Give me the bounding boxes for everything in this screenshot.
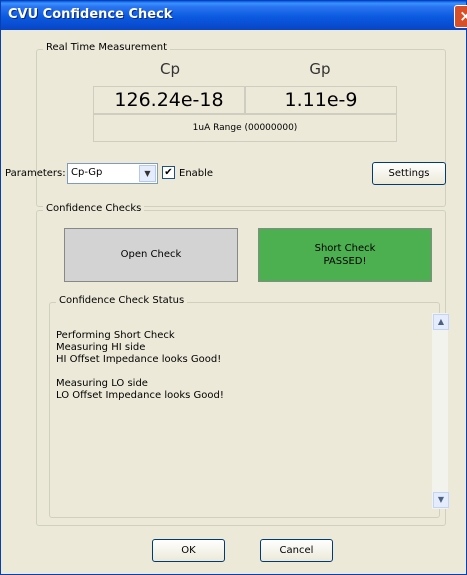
confidence-group-label: Confidence Checks — [43, 203, 145, 214]
parameters-label: Parameters: — [5, 168, 66, 179]
enable-checkbox[interactable]: ✔ — [162, 166, 175, 179]
status-line: Measuring HI side — [56, 342, 146, 353]
gp-header: Gp — [309, 60, 331, 78]
checkmark-icon: ✔ — [164, 167, 173, 178]
short-check-label: Short Check — [314, 243, 376, 254]
parameters-selected-value: Cp-Gp — [71, 167, 103, 178]
status-line: Measuring LO side — [56, 378, 148, 389]
cp-value: 126.24e-18 — [93, 86, 245, 114]
scroll-up-icon[interactable]: ▲ — [433, 314, 449, 330]
window-title: CVU Confidence Check — [8, 7, 173, 22]
cp-header: Cp — [160, 60, 180, 78]
status-scrollbar[interactable]: ▲ ▼ — [432, 313, 449, 509]
close-icon[interactable]: × — [454, 5, 467, 28]
short-check-result: PASSED! — [323, 256, 367, 267]
enable-label: Enable — [179, 168, 214, 179]
status-line: Performing Short Check — [56, 330, 175, 341]
parameters-select[interactable]: Cp-Gp ▼ — [67, 163, 158, 184]
confidence-group: Confidence Checks Open Check Short Check… — [36, 203, 449, 526]
chevron-down-icon[interactable]: ▼ — [139, 165, 156, 182]
title-bar[interactable]: CVU Confidence Check × — [1, 1, 467, 30]
status-group: Confidence Check Status Performing Short… — [49, 295, 449, 518]
settings-button[interactable]: Settings — [372, 162, 446, 185]
dialog-window: CVU Confidence Check × Real Time Measure… — [0, 0, 467, 575]
status-log: Performing Short Check Measuring HI side… — [56, 330, 416, 402]
realtime-group-label: Real Time Measurement — [43, 42, 171, 53]
cancel-button[interactable]: Cancel — [260, 539, 333, 562]
open-check-button[interactable]: Open Check — [64, 228, 238, 282]
dialog-client-area: Real Time Measurement Cp Gp 126.24e-18 1… — [1, 30, 466, 574]
status-group-label: Confidence Check Status — [56, 295, 188, 306]
scroll-down-icon[interactable]: ▼ — [433, 492, 449, 508]
range-display: 1uA Range (00000000) — [93, 114, 397, 142]
status-line: LO Offset Impedance looks Good! — [56, 390, 224, 401]
status-line — [56, 366, 416, 378]
gp-value: 1.11e-9 — [245, 86, 397, 114]
status-line: HI Offset Impedance looks Good! — [56, 354, 222, 365]
short-check-button[interactable]: Short Check PASSED! — [258, 228, 432, 282]
ok-button[interactable]: OK — [152, 539, 225, 562]
open-check-label: Open Check — [120, 249, 182, 260]
